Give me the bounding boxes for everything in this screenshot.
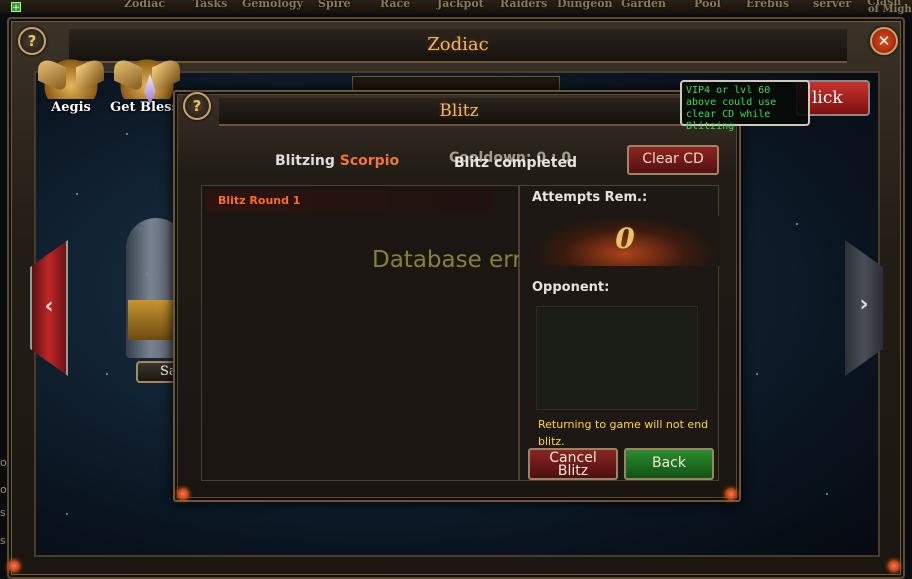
opponent-label: Opponent: [532,280,610,295]
zodiac-side-button[interactable]: Sa [136,361,178,383]
blitz-titlebar: Blitz [219,98,699,126]
attempts-label: Attempts Rem.: [532,190,648,205]
blitzing-sign: Scorpio [339,153,400,169]
zodiac-help-icon[interactable]: ? [18,27,46,55]
top-nav-bar: + Zodiac Tasks Gemology Spire Race Jackp… [0,0,912,14]
nav-server[interactable]: server [813,0,851,10]
vip-tooltip: VIP4 or lvl 60 above could use clear CD … [680,80,810,132]
blitz-info-panel: Attempts Rem.: 0 Opponent: Returning to … [519,185,720,481]
corner-gem-icon [725,488,737,500]
nav-race[interactable]: Race [380,0,410,10]
blitz-log-panel: Blitz Round 1 [201,185,519,481]
aegis-label: Aegis [51,100,91,115]
nav-gemology[interactable]: Gemology [242,0,303,10]
clear-cd-button[interactable]: Clear CD [627,145,719,175]
blitz-help-icon[interactable]: ? [183,92,211,120]
nav-spire[interactable]: Spire [318,0,351,10]
chevron-left-icon: ‹ [44,294,54,319]
corner-gem-icon [8,560,20,572]
zodiac-title: Zodiac [427,34,489,55]
nav-clash-line2: of Migh [868,4,912,15]
aegis-wings-icon [40,55,102,99]
nav-garden[interactable]: Garden [621,0,666,10]
attempts-value: 0 [615,222,635,255]
log-row-text: Blitz Round 1 [218,194,301,207]
back-button[interactable]: Back [624,448,714,480]
corner-gem-icon [888,560,900,572]
left-strip-text-3: s [0,506,6,519]
aegis-badge[interactable]: Aegis [34,55,108,115]
vip-tooltip-text: VIP4 or lvl 60 above could use clear CD … [686,85,777,132]
nav-erebus[interactable]: Erebus [746,0,789,10]
opponent-portrait [536,306,698,410]
cancel-blitz-button[interactable]: Cancel Blitz [528,448,618,480]
log-row: Blitz Round 1 [206,190,492,212]
nav-pool[interactable]: Pool [694,0,721,10]
nav-jackpot[interactable]: Jackpot [437,0,484,10]
chevron-right-icon: › [859,292,869,317]
nav-dungeon[interactable]: Dungeon [557,0,613,10]
return-notice: Returning to game will not end blitz. [538,418,709,448]
nav-tasks[interactable]: Tasks [193,0,227,10]
corner-gem-icon [177,488,189,500]
attempts-display: 0 [530,216,720,266]
blitz-completed-text: Blitz completed [454,155,578,171]
blitz-title: Blitz [439,101,479,121]
nav-zodiac[interactable]: Zodiac [124,0,165,10]
zodiac-quick-button-label: lick [812,88,843,108]
nav-raiders[interactable]: Raiders [500,0,547,10]
plus-icon[interactable]: + [11,2,21,13]
blitzing-status: Blitzing Scorpio [275,153,399,169]
left-strip-text-4: s [0,534,6,547]
cancel-blitz-label-2: Blitz [557,463,589,479]
left-strip-text-2: o [0,483,7,496]
zodiac-close-icon[interactable]: ✕ [870,27,898,55]
zodiac-titlebar: Zodiac [69,29,847,63]
blitzing-prefix: Blitzing [275,153,335,169]
blitz-dialog: Blitz Blitzing Scorpio Cooldown: 0 : 0 B… [173,90,741,502]
